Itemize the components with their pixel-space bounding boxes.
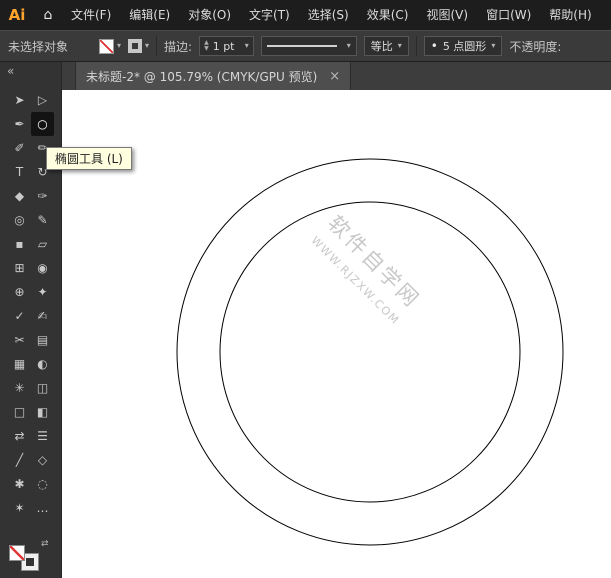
document-tab-title: 未标题-2* @ 105.79% (CMYK/GPU 预览) xyxy=(86,68,317,85)
chevron-down-icon: ▾ xyxy=(347,42,351,50)
menu-file[interactable]: 文件(F) xyxy=(62,0,120,30)
lasso-tool[interactable]: ◌ xyxy=(31,472,54,496)
stroke-weight-stepper[interactable]: ▲▼ 1 pt ▾ xyxy=(199,36,254,56)
menu-effect[interactable]: 效果(C) xyxy=(358,0,418,30)
canvas[interactable]: 软件自学网 WWW.RJZXW.COM xyxy=(62,90,611,578)
scale-tool[interactable]: ▱ xyxy=(31,232,54,256)
fill-stroke-widget: ⇄ xyxy=(9,537,53,573)
line-preview-icon xyxy=(267,45,337,47)
slice-tool[interactable]: ◧ xyxy=(31,400,54,424)
blob-brush-tool[interactable]: ✍ xyxy=(31,304,54,328)
stroke-box-icon xyxy=(128,39,142,53)
stroke-label: 描边: xyxy=(164,38,192,55)
menu-window[interactable]: 窗口(W) xyxy=(477,0,540,30)
symbol-sprayer-tool[interactable]: ✳ xyxy=(8,376,31,400)
width-tool[interactable]: ✓ xyxy=(8,304,31,328)
eraser-tool[interactable]: ◇ xyxy=(31,448,54,472)
separator xyxy=(416,36,417,56)
brush-dropdown[interactable]: • 5 点圆形 ▾ xyxy=(424,36,503,56)
chevron-down-icon: ▾ xyxy=(117,42,121,50)
polar-grid-tool[interactable]: ⊕ xyxy=(8,280,31,304)
menu-bar: Ai ⌂ 文件(F)编辑(E)对象(O)文字(T)选择(S)效果(C)视图(V)… xyxy=(0,0,611,30)
stroke-weight-value[interactable]: 1 pt xyxy=(213,40,241,53)
opacity-label: 不透明度: xyxy=(509,38,561,55)
shape-builder-tool[interactable]: ◆ xyxy=(8,184,31,208)
illustrator-window: Ai ⌂ 文件(F)编辑(E)对象(O)文字(T)选择(S)效果(C)视图(V)… xyxy=(0,0,611,578)
none-fill-swatch-icon xyxy=(99,39,114,54)
eyedropper-tool[interactable]: ✑ xyxy=(31,184,54,208)
direct-selection-tool[interactable]: ▷ xyxy=(31,88,54,112)
artboard-tool[interactable]: □ xyxy=(8,400,31,424)
outer-circle xyxy=(177,159,563,545)
fill-color-dropdown[interactable]: ▾ xyxy=(99,39,121,54)
ellipse-tool[interactable]: ○ xyxy=(31,112,54,136)
knife-tool[interactable]: ✂ xyxy=(8,328,31,352)
width-profile-dropdown[interactable]: 等比 ▾ xyxy=(364,36,409,56)
spiral-tool[interactable]: ◉ xyxy=(31,256,54,280)
selection-status: 未选择对象 xyxy=(8,38,92,55)
magic-wand-tool[interactable]: ✶ xyxy=(8,496,31,520)
document-area: 未标题-2* @ 105.79% (CMYK/GPU 预览) × 软件自学网 W… xyxy=(62,62,611,578)
menu-edit[interactable]: 编辑(E) xyxy=(120,0,179,30)
tooltip: 椭圆工具 (L) xyxy=(46,147,132,170)
rectangle-tool[interactable]: ▪ xyxy=(8,232,31,256)
inner-circle xyxy=(220,202,520,502)
chevron-down-icon: ▾ xyxy=(491,42,495,50)
flare-tool[interactable]: ✦ xyxy=(31,280,54,304)
rectangular-grid-tool[interactable]: ⊞ xyxy=(8,256,31,280)
brush-preview-icon: • xyxy=(431,40,438,52)
column-graph-tool[interactable]: ◫ xyxy=(31,376,54,400)
home-icon[interactable]: ⌂ xyxy=(34,0,62,30)
mesh-tool[interactable]: ▦ xyxy=(8,352,31,376)
menu-view[interactable]: 视图(V) xyxy=(417,0,477,30)
tools-panel: « ➤▷✒○✐✏T↻◆✑◎✎▪▱⊞◉⊕✦✓✍✂▤▦◐✳◫□◧⇄☰╱◇✱◌✶… ⇄ xyxy=(0,62,62,578)
chevron-down-icon: ▾ xyxy=(245,42,249,50)
fill-swatch[interactable] xyxy=(9,545,25,561)
stroke-style-dropdown[interactable]: ▾ xyxy=(261,36,357,56)
hand-tool[interactable]: ✱ xyxy=(8,472,31,496)
brush-value: 5 点圆形 xyxy=(443,38,487,54)
separator xyxy=(156,36,157,56)
artwork-layer xyxy=(62,90,611,578)
pencil-tool[interactable]: ✎ xyxy=(31,208,54,232)
free-transform-tool[interactable]: ⇄ xyxy=(8,424,31,448)
stepper-arrows-icon[interactable]: ▲▼ xyxy=(204,40,209,52)
menu-type[interactable]: 文字(T) xyxy=(240,0,299,30)
chevron-down-icon: ▾ xyxy=(398,42,402,50)
menu-select[interactable]: 选择(S) xyxy=(299,0,358,30)
width-profile-value: 等比 xyxy=(371,38,393,54)
line-segment-tool[interactable]: ╱ xyxy=(8,448,31,472)
curvature-tool[interactable]: ✒ xyxy=(8,112,31,136)
collapse-toolbar-button[interactable]: « xyxy=(0,62,61,82)
document-tab[interactable]: 未标题-2* @ 105.79% (CMYK/GPU 预览) × xyxy=(75,62,351,90)
perspective-grid-tool[interactable]: ☰ xyxy=(31,424,54,448)
more-tools[interactable]: … xyxy=(31,496,54,520)
menu-object[interactable]: 对象(O) xyxy=(179,0,240,30)
swap-fill-stroke-icon[interactable]: ⇄ xyxy=(41,539,49,549)
tab-close-icon[interactable]: × xyxy=(329,70,340,83)
document-tab-bar: 未标题-2* @ 105.79% (CMYK/GPU 预览) × xyxy=(62,62,611,90)
control-bar: 未选择对象 ▾ ▾ 描边: ▲▼ 1 pt ▾ ▾ 等比 ▾ • 5 点圆形 xyxy=(0,30,611,62)
gradient-tool[interactable]: ▤ xyxy=(31,328,54,352)
menu-help[interactable]: 帮助(H) xyxy=(540,0,600,30)
main-area: « ➤▷✒○✐✏T↻◆✑◎✎▪▱⊞◉⊕✦✓✍✂▤▦◐✳◫□◧⇄☰╱◇✱◌✶… ⇄… xyxy=(0,62,611,578)
selection-tool[interactable]: ➤ xyxy=(8,88,31,112)
chevron-down-icon: ▾ xyxy=(145,42,149,50)
zoom-tool[interactable]: ◎ xyxy=(8,208,31,232)
stroke-color-dropdown[interactable]: ▾ xyxy=(128,39,149,53)
blend-tool[interactable]: ◐ xyxy=(31,352,54,376)
app-logo-icon: Ai xyxy=(0,0,34,30)
type-tool[interactable]: T xyxy=(8,160,31,184)
paintbrush-tool[interactable]: ✐ xyxy=(8,136,31,160)
menu-list: 文件(F)编辑(E)对象(O)文字(T)选择(S)效果(C)视图(V)窗口(W)… xyxy=(62,0,601,30)
